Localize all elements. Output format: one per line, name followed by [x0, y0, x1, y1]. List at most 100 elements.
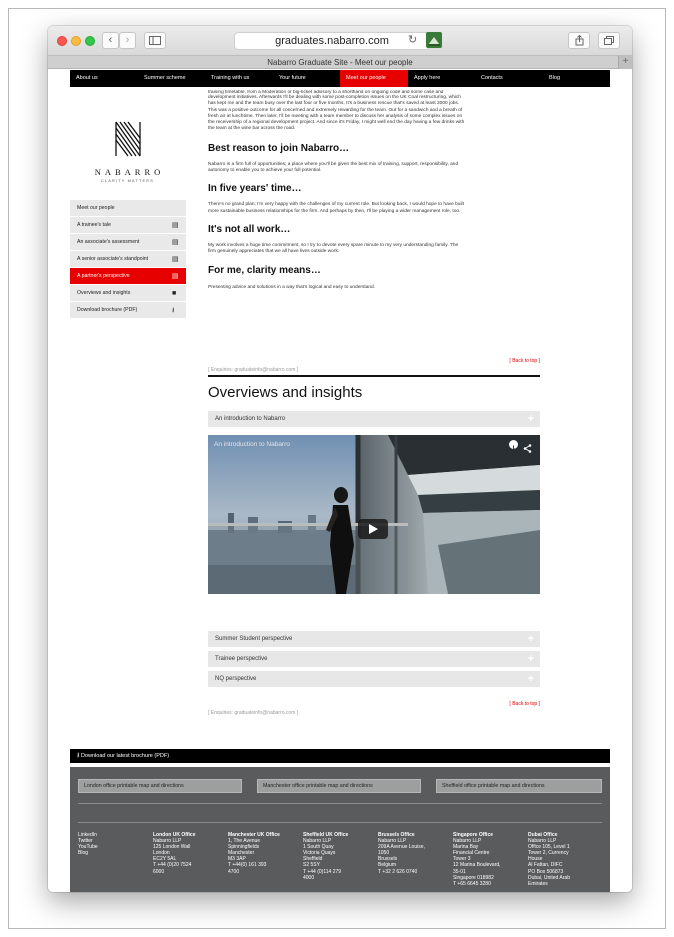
- nav-apply-here[interactable]: Apply here: [408, 70, 475, 87]
- accordion-introduction[interactable]: An introduction to Nabarro +: [208, 411, 540, 427]
- office-brussels: Brussels Office Nabarro LLP 209A Avenue …: [378, 832, 425, 875]
- sidebar-icon: [149, 36, 161, 45]
- video-frame-image: [208, 435, 540, 594]
- new-tab-button[interactable]: +: [618, 56, 632, 69]
- nav-training-with-us[interactable]: Training with us: [205, 70, 273, 87]
- office-line: Singapore 018982: [453, 874, 494, 881]
- office-dubai: Dubai Office Nabarro LLP Office 105, Lev…: [528, 832, 570, 887]
- nav-summer-scheme[interactable]: Summer scheme: [138, 70, 205, 87]
- sidebar-item-associates-assessment[interactable]: An associate's assessment ▤: [70, 234, 186, 251]
- sidebar-item-meet-our-people[interactable]: Meet our people: [70, 200, 186, 217]
- office-line: 4000: [303, 874, 315, 881]
- accordion-nq[interactable]: NQ perspective +: [208, 671, 540, 687]
- enquiries-link[interactable]: [ Enquiries: graduateinfo@nabarro.com ]: [208, 710, 298, 716]
- tab-bar: Nabarro Graduate Site - Meet our people …: [48, 56, 632, 69]
- sidebar-item-partners-perspective[interactable]: A partner's perspective ▤: [70, 268, 186, 285]
- office-line: 12 Marina Boulevard,: [453, 862, 501, 869]
- office-manchester: Manchester UK Office 1, The Avenue Spinn…: [228, 832, 280, 875]
- share-video-icon[interactable]: [523, 440, 532, 458]
- back-to-top-link[interactable]: [ Back to top ]: [509, 358, 540, 364]
- accordion-label: An introduction to Nabarro: [215, 416, 286, 422]
- zoom-window-button[interactable]: [85, 36, 95, 46]
- enquiries-link[interactable]: [ Enquiries: graduateinfo@nabarro.com ]: [208, 367, 298, 373]
- tab-title[interactable]: Nabarro Graduate Site - Meet our people: [267, 58, 412, 67]
- blog-link[interactable]: Blog: [78, 850, 98, 856]
- button-label: Manchester office printable map and dire…: [263, 783, 373, 789]
- manchester-map-button[interactable]: Manchester office printable map and dire…: [257, 779, 421, 793]
- article: training timetable, from a Moderation or…: [208, 88, 540, 291]
- sidebar-item-label: An associate's assessment: [77, 239, 140, 245]
- accordion-label: NQ perspective: [215, 676, 257, 682]
- browser-window: ‹ › graduates.nabarro.com ↻ Nabarro Grad…: [48, 26, 632, 892]
- nav-about-us[interactable]: About us: [70, 70, 138, 87]
- section-heading: For me, clarity means…: [208, 264, 321, 276]
- sidebar-item-senior-associates-standpoint[interactable]: A senior associate's standpoint ▤: [70, 251, 186, 268]
- video-icon: ■: [172, 290, 177, 297]
- article-intro-line: the team at the wine bar across the road…: [208, 126, 296, 132]
- section-heading: It's not all work…: [208, 223, 291, 235]
- office-line: 4700: [228, 868, 240, 875]
- nabarro-logo[interactable]: NABARRO CLARITY MATTERS: [70, 120, 185, 183]
- nav-your-future[interactable]: Your future: [273, 70, 340, 87]
- browser-toolbar: ‹ › graduates.nabarro.com ↻: [48, 26, 632, 56]
- download-icon: ⭳: [77, 752, 80, 759]
- tabs-overview-button[interactable]: [598, 32, 620, 49]
- sidebar-item-trainees-tale[interactable]: A trainee's tale ▤: [70, 217, 186, 234]
- tabs-icon: [604, 36, 614, 45]
- reload-icon[interactable]: ↻: [408, 33, 417, 46]
- enquiries-row: [ Enquiries: graduateinfo@nabarro.com ] …: [208, 358, 540, 373]
- sidebar-item-overviews-and-insights[interactable]: Overviews and insights ■: [70, 285, 186, 302]
- watch-later-icon[interactable]: [509, 440, 518, 450]
- nav-blog[interactable]: Blog: [543, 70, 610, 87]
- share-button[interactable]: [568, 32, 590, 49]
- accordion-summer-student[interactable]: Summer Student perspective +: [208, 631, 540, 647]
- nav-contacts[interactable]: Contacts: [475, 70, 543, 87]
- section-line: Presenting advice and solutions in a way…: [208, 284, 376, 290]
- sidebar-item-label: A trainee's tale: [77, 222, 111, 228]
- section-divider: [208, 375, 540, 377]
- footer-social-links: LinkedIn Twitter YouTube Blog: [78, 832, 98, 856]
- enquiries-row: [ Enquiries: graduateinfo@nabarro.com ] …: [208, 701, 540, 716]
- close-window-button[interactable]: [57, 36, 67, 46]
- nav-meet-our-people[interactable]: Meet our people: [340, 70, 408, 87]
- accordion-trainee[interactable]: Trainee perspective +: [208, 651, 540, 667]
- main-nav: About us Summer scheme Training with us …: [70, 70, 610, 87]
- office-london: London UK Office Nabarro LLP 125 London …: [153, 832, 196, 875]
- share-icon: [575, 34, 583, 46]
- button-label: Sheffield office printable map and direc…: [442, 783, 545, 789]
- logo-name: NABARRO: [94, 167, 165, 177]
- sidebar-item-label: A senior associate's standpoint: [77, 256, 149, 262]
- download-label: Download our latest brochure (PDF): [80, 753, 170, 759]
- office-line: 6000: [153, 868, 165, 875]
- overviews-heading: Overviews and insights: [208, 384, 363, 401]
- forward-button[interactable]: ›: [119, 32, 136, 49]
- video-title: An introduction to Nabarro: [214, 441, 290, 448]
- sidebar-toggle-button[interactable]: [144, 32, 166, 49]
- video-player[interactable]: An introduction to Nabarro: [208, 435, 540, 594]
- minimize-window-button[interactable]: [71, 36, 81, 46]
- plus-icon: +: [527, 633, 534, 645]
- accordion-label: Trainee perspective: [215, 656, 268, 662]
- page-viewport: About us Summer scheme Training with us …: [48, 70, 632, 892]
- document-icon: ▤: [172, 239, 179, 246]
- address-bar[interactable]: graduates.nabarro.com: [234, 32, 430, 50]
- footer-divider: [78, 822, 602, 823]
- document-icon: ▤: [172, 222, 179, 229]
- sidebar-item-label: A partner's perspective: [77, 273, 130, 279]
- back-button[interactable]: ‹: [102, 32, 119, 49]
- back-to-top-link[interactable]: [ Back to top ]: [509, 701, 540, 707]
- plus-icon: +: [527, 673, 534, 685]
- section-line: autonomy to enable you to achieve your f…: [208, 168, 322, 174]
- extension-icon[interactable]: [426, 32, 442, 48]
- london-map-button[interactable]: London office printable map and directio…: [78, 779, 242, 793]
- logo-mark-icon: [113, 120, 142, 158]
- logo-tagline: CLARITY MATTERS: [101, 179, 154, 183]
- section-heading: Best reason to join Nabarro…: [208, 142, 350, 154]
- download-brochure-bar[interactable]: ⭳ Download our latest brochure (PDF): [70, 749, 610, 763]
- button-label: London office printable map and directio…: [84, 783, 184, 789]
- sidebar-item-label: Download brochure (PDF): [77, 307, 138, 313]
- document-icon: ▤: [172, 256, 179, 263]
- sidebar-item-download-brochure[interactable]: Download brochure (PDF) ⭳: [70, 302, 186, 319]
- office-singapore: Singapore Office Nabarro LLP Marina Bay …: [453, 832, 501, 887]
- sheffield-map-button[interactable]: Sheffield office printable map and direc…: [436, 779, 602, 793]
